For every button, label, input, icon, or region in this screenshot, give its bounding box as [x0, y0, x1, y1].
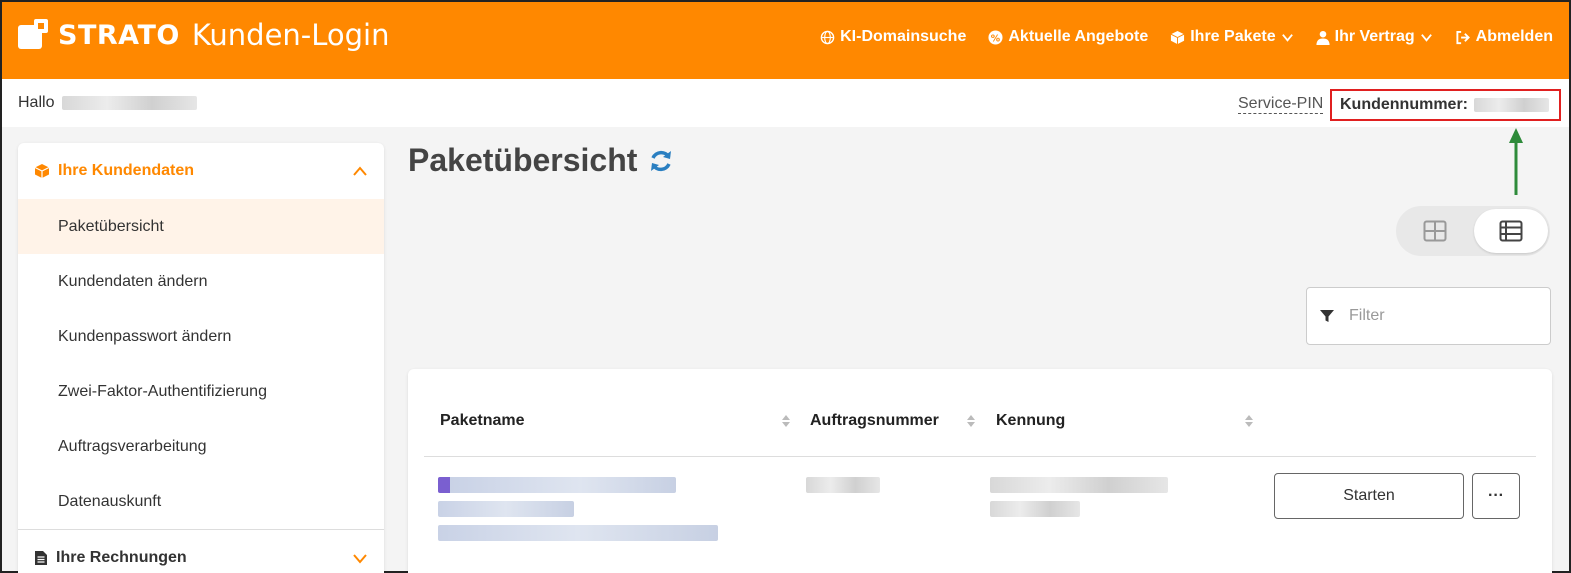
app-title: Kunden-Login	[191, 18, 390, 52]
view-toggle	[1396, 206, 1550, 256]
filter-input[interactable]	[1349, 307, 1529, 325]
refresh-icon[interactable]	[647, 147, 675, 175]
chevron-up-icon	[353, 166, 367, 176]
chevron-down-icon	[353, 554, 367, 564]
sort-icon[interactable]	[1244, 413, 1254, 429]
sidebar-item-kundenpasswort-aendern[interactable]: Kundenpasswort ändern	[18, 309, 384, 364]
chevron-down-icon	[1420, 33, 1432, 42]
list-view-button[interactable]	[1474, 209, 1548, 253]
sub-bar: Hallo Service-PIN Kundennummer:	[2, 79, 1569, 127]
redacted-name	[62, 96, 198, 110]
grid-view-icon	[1423, 220, 1447, 242]
section-label: Ihre Rechnungen	[56, 549, 187, 566]
greeting-text: Hallo	[18, 94, 55, 111]
sidebar-item-kundendaten-aendern[interactable]: Kundendaten ändern	[18, 254, 384, 309]
nav-label: Aktuelle Angebote	[1008, 28, 1149, 45]
package-icon	[1170, 30, 1185, 44]
service-pin-link[interactable]: Service-PIN	[1238, 94, 1324, 114]
redacted-package-name[interactable]	[438, 477, 676, 493]
list-view-icon	[1499, 220, 1523, 242]
page-title-text: Paketübersicht	[408, 142, 638, 178]
nav-aktuelle-angebote[interactable]: % Aktuelle Angebote	[988, 28, 1148, 46]
strato-logo[interactable]: STRATO Kunden-Login	[18, 18, 390, 52]
sort-icon[interactable]	[781, 413, 791, 429]
nav-ihr-vertrag[interactable]: Ihr Vertrag	[1316, 28, 1433, 46]
package-icon	[34, 164, 50, 178]
globe-icon	[820, 30, 835, 44]
nav-ihre-pakete[interactable]: Ihre Pakete	[1170, 28, 1293, 46]
annotation-arrow-icon	[1509, 128, 1523, 195]
percent-badge-icon: %	[988, 29, 1003, 45]
greeting: Hallo	[18, 94, 198, 112]
sidebar-item-auftragsverarbeitung[interactable]: Auftragsverarbeitung	[18, 419, 384, 474]
document-icon	[35, 551, 47, 565]
filter-field	[1306, 287, 1551, 345]
redacted-identifier	[990, 501, 1080, 517]
sidebar-section-rechnungen[interactable]: Ihre Rechnungen	[18, 530, 384, 573]
redacted-customer-number	[1474, 98, 1549, 112]
section-label: Ihre Kundendaten	[58, 162, 195, 179]
filter-icon	[1320, 310, 1334, 322]
column-header-auftragsnummer[interactable]: Auftragsnummer	[810, 412, 939, 430]
nav-label: KI-Domainsuche	[840, 28, 967, 45]
top-bar: STRATO Kunden-Login KI-Domainsuche % Akt…	[2, 2, 1569, 79]
redacted-order-number	[806, 477, 880, 493]
redacted-package-name	[438, 501, 574, 517]
column-header-paketname[interactable]: Paketname	[440, 412, 525, 430]
package-table: Paketname Auftragsnummer Kennung Starten…	[408, 369, 1552, 573]
sidebar-item-zwei-faktor[interactable]: Zwei-Faktor-Authentifizierung	[18, 364, 384, 419]
table-header-divider	[424, 456, 1536, 457]
svg-text:%: %	[991, 33, 1001, 44]
nav-label: Abmelden	[1475, 28, 1553, 45]
sidebar-section-kundendaten[interactable]: Ihre Kundendaten	[18, 143, 384, 199]
logout-icon	[1456, 30, 1470, 44]
page-title: Paketübersicht	[408, 142, 675, 179]
sidebar-item-datenauskunft[interactable]: Datenauskunft	[18, 474, 384, 529]
strato-logo-icon	[18, 19, 50, 51]
column-header-kennung[interactable]: Kennung	[996, 412, 1065, 430]
nav-label: Ihre Pakete	[1190, 28, 1276, 45]
top-nav: KI-Domainsuche % Aktuelle Angebote Ihre …	[820, 28, 1553, 46]
sort-icon[interactable]	[966, 413, 976, 429]
sidebar: Ihre Kundendaten Paketübersicht Kundenda…	[18, 143, 384, 573]
start-button[interactable]: Starten	[1274, 473, 1464, 519]
user-icon	[1316, 30, 1330, 45]
redacted-identifier	[990, 477, 1168, 493]
brand-name: STRATO	[58, 19, 180, 51]
chevron-down-icon	[1281, 33, 1293, 42]
nav-abmelden[interactable]: Abmelden	[1455, 28, 1553, 46]
grid-view-button[interactable]	[1398, 209, 1472, 253]
redacted-package-name	[438, 525, 718, 541]
more-options-button[interactable]: ···	[1472, 473, 1520, 519]
nav-ki-domainsuche[interactable]: KI-Domainsuche	[820, 28, 966, 46]
nav-label: Ihr Vertrag	[1334, 28, 1415, 45]
customer-number-highlight: Kundennummer:	[1330, 89, 1561, 121]
customer-number-label: Kundennummer:	[1340, 96, 1468, 113]
sidebar-item-paketuebersicht[interactable]: Paketübersicht	[18, 199, 384, 254]
